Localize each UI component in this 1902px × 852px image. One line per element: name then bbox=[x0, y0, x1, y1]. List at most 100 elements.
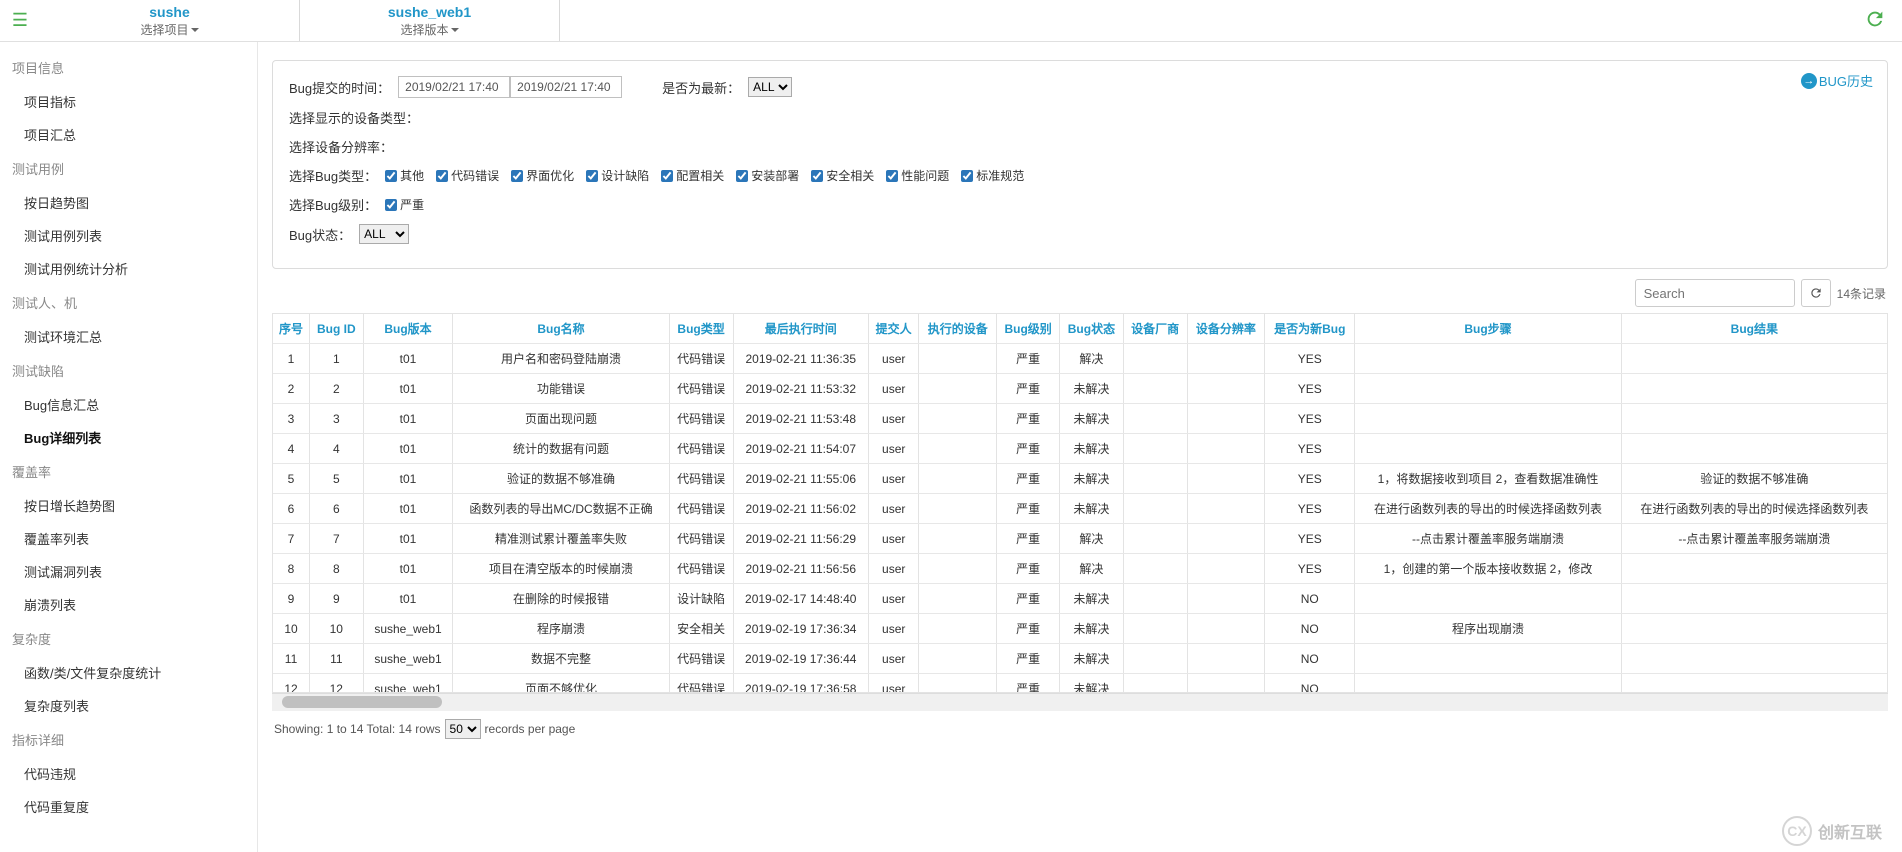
table-header[interactable]: Bug ID bbox=[310, 314, 364, 344]
search-input[interactable] bbox=[1635, 279, 1795, 307]
menu-icon[interactable]: ☰ bbox=[0, 0, 40, 41]
checkbox[interactable] bbox=[661, 170, 673, 182]
checkbox[interactable] bbox=[385, 170, 397, 182]
sidebar-item[interactable]: 函数/类/文件复杂度统计 bbox=[0, 656, 257, 689]
table-row[interactable]: 22t01功能错误代码错误2019-02-21 11:53:32user严重未解… bbox=[273, 374, 1887, 404]
table-cell: 2019-02-21 11:55:06 bbox=[733, 464, 868, 494]
table-header[interactable]: 设备厂商 bbox=[1123, 314, 1187, 344]
sidebar-item[interactable]: Bug信息汇总 bbox=[0, 388, 257, 421]
content: → BUG历史 Bug提交的时间： 是否为最新： ALL 选择显示的设备类型： … bbox=[258, 42, 1902, 852]
table-header[interactable]: Bug版本 bbox=[363, 314, 453, 344]
checkbox[interactable] bbox=[586, 170, 598, 182]
sidebar-item[interactable]: 测试环境汇总 bbox=[0, 320, 257, 353]
bug-type-checkbox[interactable]: 配置相关 bbox=[661, 167, 724, 184]
table-cell: user bbox=[868, 674, 919, 694]
table-row[interactable]: 44t01统计的数据有问题代码错误2019-02-21 11:54:07user… bbox=[273, 434, 1887, 464]
table-row[interactable]: 99t01在删除的时候报错设计缺陷2019-02-17 14:48:40user… bbox=[273, 584, 1887, 614]
watermark: CX 创新互联 bbox=[1782, 816, 1882, 846]
table-row[interactable]: 77t01精准测试累计覆盖率失败代码错误2019-02-21 11:56:29u… bbox=[273, 524, 1887, 554]
table-header[interactable]: Bug结果 bbox=[1621, 314, 1887, 344]
bug-type-checkbox[interactable]: 界面优化 bbox=[511, 167, 574, 184]
page-size-select[interactable]: 50 bbox=[445, 719, 481, 739]
table-row[interactable]: 55t01验证的数据不够准确代码错误2019-02-21 11:55:06use… bbox=[273, 464, 1887, 494]
table-header[interactable]: Bug级别 bbox=[997, 314, 1060, 344]
sidebar-item[interactable]: 测试用例统计分析 bbox=[0, 252, 257, 285]
bug-type-checkbox[interactable]: 设计缺陷 bbox=[586, 167, 649, 184]
sidebar-item[interactable]: 项目指标 bbox=[0, 85, 257, 118]
table-row[interactable]: 1212sushe_web1页面不够优化代码错误2019-02-19 17:36… bbox=[273, 674, 1887, 694]
sidebar-item[interactable]: 代码重复度 bbox=[0, 790, 257, 823]
table-cell: NO bbox=[1265, 674, 1355, 694]
table-reload-button[interactable] bbox=[1801, 279, 1831, 307]
top-bar: ☰ sushe 选择项目 sushe_web1 选择版本 bbox=[0, 0, 1902, 42]
table-cell: 严重 bbox=[997, 614, 1060, 644]
date-from-input[interactable] bbox=[398, 76, 510, 98]
bug-state-select[interactable]: ALL bbox=[359, 224, 409, 244]
table-cell: 1，创建的第一个版本接收数据 2，修改 bbox=[1355, 554, 1621, 584]
checkbox[interactable] bbox=[436, 170, 448, 182]
checkbox[interactable] bbox=[811, 170, 823, 182]
table-wrap[interactable]: 序号Bug IDBug版本Bug名称Bug类型最后执行时间提交人执行的设备Bug… bbox=[272, 313, 1888, 693]
bug-history-link[interactable]: → BUG历史 bbox=[1801, 71, 1873, 90]
table-row[interactable]: 1111sushe_web1数据不完整代码错误2019-02-19 17:36:… bbox=[273, 644, 1887, 674]
table-header[interactable]: Bug状态 bbox=[1060, 314, 1123, 344]
table-header[interactable]: 序号 bbox=[273, 314, 310, 344]
checkbox[interactable] bbox=[511, 170, 523, 182]
table-row[interactable]: 66t01函数列表的导出MC/DC数据不正确代码错误2019-02-21 11:… bbox=[273, 494, 1887, 524]
bug-state-label: Bug状态： bbox=[289, 225, 351, 244]
sidebar-item[interactable]: 代码违规 bbox=[0, 757, 257, 790]
table-cell: 严重 bbox=[997, 434, 1060, 464]
table-row[interactable]: 33t01页面出现问题代码错误2019-02-21 11:53:48user严重… bbox=[273, 404, 1887, 434]
table-cell bbox=[1123, 494, 1187, 524]
bug-type-checkbox[interactable]: 代码错误 bbox=[436, 167, 499, 184]
table-header[interactable]: Bug类型 bbox=[669, 314, 733, 344]
table-header[interactable]: Bug步骤 bbox=[1355, 314, 1621, 344]
table-cell bbox=[919, 404, 997, 434]
table-cell: 严重 bbox=[997, 524, 1060, 554]
table-cell bbox=[1123, 374, 1187, 404]
sidebar-item[interactable]: 崩溃列表 bbox=[0, 588, 257, 621]
bug-type-checkbox[interactable]: 标准规范 bbox=[961, 167, 1024, 184]
table-row[interactable]: 1010sushe_web1程序崩溃安全相关2019-02-19 17:36:3… bbox=[273, 614, 1887, 644]
project-tab[interactable]: sushe 选择项目 bbox=[40, 0, 300, 41]
date-to-input[interactable] bbox=[510, 76, 622, 98]
table-cell bbox=[1123, 674, 1187, 694]
table-cell: 功能错误 bbox=[453, 374, 669, 404]
table-header[interactable]: 提交人 bbox=[868, 314, 919, 344]
table-header[interactable]: 最后执行时间 bbox=[733, 314, 868, 344]
sidebar-item[interactable]: Bug详细列表 bbox=[0, 421, 257, 454]
sidebar-item[interactable]: 复杂度列表 bbox=[0, 689, 257, 722]
sidebar-item[interactable]: 项目汇总 bbox=[0, 118, 257, 151]
refresh-icon[interactable] bbox=[1864, 8, 1888, 32]
table-header[interactable]: 设备分辨率 bbox=[1187, 314, 1265, 344]
bug-type-checkbox[interactable]: 性能问题 bbox=[886, 167, 949, 184]
table-header[interactable]: 是否为新Bug bbox=[1265, 314, 1355, 344]
table-cell: 3 bbox=[273, 404, 310, 434]
checkbox[interactable] bbox=[886, 170, 898, 182]
scrollbar-thumb[interactable] bbox=[282, 696, 442, 708]
table-cell bbox=[1187, 464, 1265, 494]
project-sub[interactable]: 选择项目 bbox=[140, 21, 198, 38]
sidebar-item[interactable]: 覆盖率列表 bbox=[0, 522, 257, 555]
latest-select[interactable]: ALL bbox=[748, 77, 792, 97]
table-header[interactable]: 执行的设备 bbox=[919, 314, 997, 344]
bug-type-checkbox[interactable]: 安全相关 bbox=[811, 167, 874, 184]
sidebar-item[interactable]: 按日趋势图 bbox=[0, 186, 257, 219]
table-cell: YES bbox=[1265, 374, 1355, 404]
sidebar-item[interactable]: 按日增长趋势图 bbox=[0, 489, 257, 522]
bug-type-checkbox[interactable]: 其他 bbox=[385, 167, 424, 184]
version-tab[interactable]: sushe_web1 选择版本 bbox=[300, 0, 560, 41]
table-row[interactable]: 88t01项目在清空版本的时候崩溃代码错误2019-02-21 11:56:56… bbox=[273, 554, 1887, 584]
bug-type-checkbox[interactable]: 安装部署 bbox=[736, 167, 799, 184]
sidebar-group: 项目信息 bbox=[0, 50, 257, 85]
table-header[interactable]: Bug名称 bbox=[453, 314, 669, 344]
version-sub[interactable]: 选择版本 bbox=[400, 21, 458, 38]
horizontal-scrollbar[interactable] bbox=[272, 693, 1888, 711]
sidebar-item[interactable]: 测试用例列表 bbox=[0, 219, 257, 252]
checkbox[interactable] bbox=[736, 170, 748, 182]
checkbox[interactable] bbox=[961, 170, 973, 182]
checkbox[interactable] bbox=[385, 199, 397, 211]
table-row[interactable]: 11t01用户名和密码登陆崩溃代码错误2019-02-21 11:36:35us… bbox=[273, 344, 1887, 374]
sidebar-item[interactable]: 测试漏洞列表 bbox=[0, 555, 257, 588]
bug-level-checkbox[interactable]: 严重 bbox=[385, 196, 424, 213]
